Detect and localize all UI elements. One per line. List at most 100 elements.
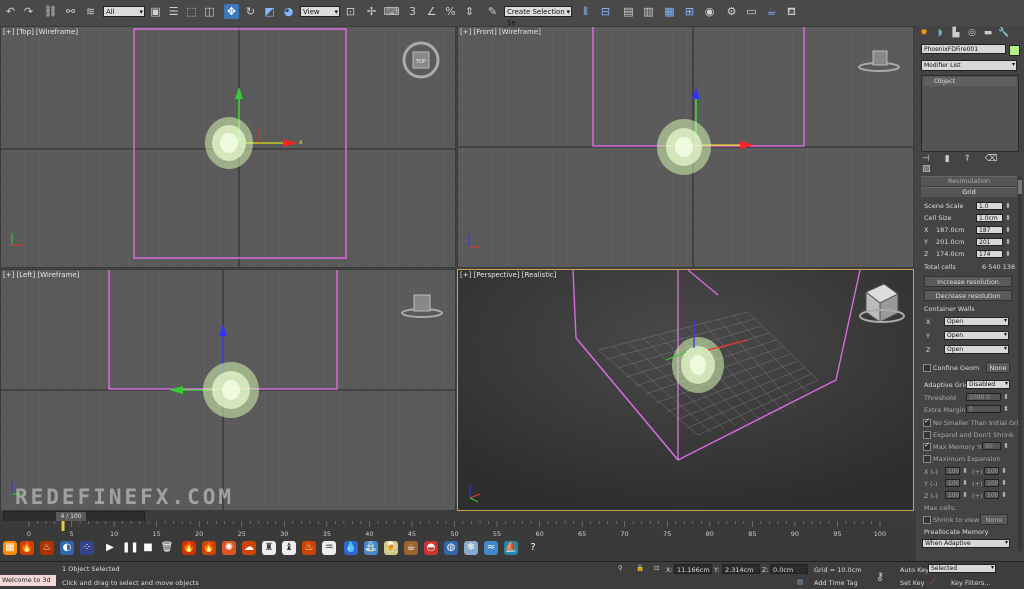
wall-x-dropdown[interactable]: Open [944, 317, 1009, 326]
select-move-icon[interactable]: ✥ [224, 4, 239, 19]
ocean-icon[interactable]: ◐ [60, 541, 74, 555]
percent-snap-icon[interactable]: % [443, 4, 458, 19]
redo-icon[interactable]: ↷ [21, 4, 36, 19]
confine-geom-picker-button[interactable]: None [986, 362, 1010, 373]
manipulate-icon[interactable]: ✢ [364, 4, 379, 19]
viewport-left-label[interactable]: [+] [Left] [Wireframe] [3, 271, 79, 279]
viewport-perspective-label[interactable]: [+] [Perspective] [Realistic] [460, 271, 556, 279]
preallocate-dropdown[interactable]: When Adaptive [922, 539, 1010, 548]
select-rotate-icon[interactable]: ↻ [243, 4, 258, 19]
panel-scrollbar[interactable] [1018, 176, 1022, 551]
boat-icon[interactable]: ⛵ [504, 541, 518, 555]
isolate-icon[interactable]: ⚲ [618, 564, 623, 572]
paint-icon[interactable]: ◓ [424, 541, 438, 555]
phoenix-grid-icon[interactable]: ▦ [3, 541, 17, 555]
delete-cache-icon[interactable]: 🗑 [160, 541, 174, 555]
viewport-top-label[interactable]: [+] [Top] [Wireframe] [3, 28, 78, 36]
object-color-swatch[interactable] [1009, 45, 1020, 56]
pivot-center-icon[interactable]: ⊡ [343, 4, 358, 19]
selection-lock-icon[interactable]: 🔒 [636, 564, 644, 572]
candle-icon[interactable]: ♜ [262, 541, 276, 555]
grid-x-cells-input[interactable]: 187 [976, 226, 1011, 234]
spinner-snap-icon[interactable]: ⇕ [462, 4, 477, 19]
hierarchy-tab-icon[interactable]: ▙ [950, 28, 962, 39]
splash-icon[interactable]: ◍ [444, 541, 458, 555]
render-setup-icon[interactable]: ⚙ [724, 4, 739, 19]
place-icon[interactable]: ◕ [281, 4, 296, 19]
adaptive-grid-dropdown[interactable]: Disabled [966, 380, 1010, 389]
link-icon[interactable]: ⛓ [43, 4, 58, 19]
coord-z-field[interactable]: 0.0cm [770, 564, 808, 574]
select-object-icon[interactable]: ▣ [148, 4, 163, 19]
keyboard-shortcut-toggle-icon[interactable]: ⌨ [384, 4, 400, 19]
viewport-front[interactable]: [+] [Front] [Wireframe] [457, 26, 914, 268]
fire-source-icon[interactable]: 🔥 [20, 541, 34, 555]
set-key-icon[interactable]: ⟋ [930, 577, 936, 587]
undo-icon[interactable]: ↶ [3, 4, 18, 19]
rectangular-selection-icon[interactable]: ⬚ [184, 4, 199, 19]
shrink-to-view-button[interactable]: None [980, 514, 1008, 525]
max-memory-checkbox[interactable] [923, 441, 931, 451]
cell-size-input[interactable]: 1.0cm [976, 214, 1011, 222]
key-filters-button[interactable]: Key Filters... [951, 579, 991, 587]
resimulation-rollout-header[interactable]: Resimulation [921, 176, 1017, 186]
x-neg-input[interactable]: 100 [945, 467, 968, 475]
rendered-frame-window-icon[interactable]: ▭ [744, 4, 759, 19]
max-expansion-checkbox[interactable] [923, 455, 931, 463]
unlink-icon[interactable]: ⚯ [63, 4, 78, 19]
absolute-mode-icon[interactable]: ⊡ [654, 564, 659, 572]
select-scale-icon[interactable]: ◩ [262, 4, 277, 19]
torch-icon[interactable]: ♨ [302, 541, 316, 555]
display-tab-icon[interactable]: ▬ [982, 28, 994, 39]
pause-icon[interactable]: ❚❚ [122, 541, 139, 555]
bind-space-warp-icon[interactable]: ≋ [83, 4, 98, 19]
frame-counter[interactable]: 4 / 100 [56, 512, 86, 521]
key-selection-dropdown[interactable]: Selected [928, 564, 996, 573]
x-pos-input[interactable]: 100 [984, 467, 1007, 475]
create-tab-icon[interactable]: ✹ [918, 28, 930, 39]
angle-snap-icon[interactable]: ∠ [424, 4, 439, 19]
particle-cloud[interactable] [672, 337, 724, 393]
schematic-view-icon[interactable]: ⊞ [682, 4, 697, 19]
utilities-tab-icon[interactable]: 🔧 [998, 28, 1010, 39]
help-icon[interactable]: ? [526, 541, 540, 555]
grid-z-cells-input[interactable]: 174 [976, 250, 1011, 258]
cigarette-icon[interactable]: ♝ [282, 541, 296, 555]
shrink-to-view-checkbox[interactable] [923, 516, 931, 524]
render-production-icon[interactable]: ☕ [764, 4, 779, 19]
beer-icon[interactable]: 🍺 [384, 541, 398, 555]
auto-key-button[interactable]: Auto Key [900, 566, 929, 574]
current-frame-marker[interactable] [61, 521, 65, 531]
coord-y-field[interactable]: 2.314cm [722, 564, 760, 574]
time-tag-icon[interactable]: ▤ [797, 578, 803, 586]
z-pos-input[interactable]: 100 [984, 491, 1007, 499]
motion-tab-icon[interactable]: ◎ [966, 28, 978, 39]
particles-icon[interactable]: ⁘ [80, 541, 94, 555]
snaps-toggle-icon[interactable]: 3 [405, 4, 420, 19]
stop-icon[interactable]: ■ [141, 541, 155, 555]
smoke-icon[interactable]: ☁ [242, 541, 256, 555]
wall-y-dropdown[interactable]: Open [944, 331, 1009, 340]
set-key-button[interactable]: Set Key [900, 579, 925, 587]
y-pos-input[interactable]: 100 [984, 479, 1007, 487]
add-time-tag-button[interactable]: Add Time Tag [814, 579, 858, 587]
grid-y-cells-input[interactable]: 201 [976, 238, 1011, 246]
viewport-perspective[interactable]: [+] [Perspective] [Realistic] [457, 269, 914, 511]
pour-icon[interactable]: 💧 [344, 541, 358, 555]
toggle-ribbon-icon[interactable]: ▥ [641, 4, 656, 19]
window-crossing-icon[interactable]: ◫ [202, 4, 217, 19]
modify-tab-icon[interactable]: ◗ [934, 28, 946, 39]
align-icon[interactable]: ⊟ [598, 4, 613, 19]
mirror-icon[interactable]: ⫴ [578, 4, 593, 19]
decrease-resolution-button[interactable]: Decrease resolution [924, 290, 1012, 301]
confine-geom-checkbox[interactable] [923, 364, 931, 372]
stack-tools-icons[interactable]: ⊣ ▮ ⍒ ⌫ ▨ [922, 154, 1024, 174]
select-by-name-icon[interactable]: ☰ [166, 4, 181, 19]
grid-rollout-header[interactable]: Grid [921, 187, 1017, 197]
render-teapot-icon[interactable]: ⛾ [784, 4, 799, 19]
coffee-icon[interactable]: ☕ [404, 541, 418, 555]
ocean-wave-icon[interactable]: ≈ [484, 541, 498, 555]
viewport-top[interactable]: TOP x [+] [Top] [Wireframe] [0, 26, 456, 268]
no-smaller-checkbox[interactable] [923, 417, 931, 427]
play-icon[interactable]: ▶ [103, 541, 117, 555]
